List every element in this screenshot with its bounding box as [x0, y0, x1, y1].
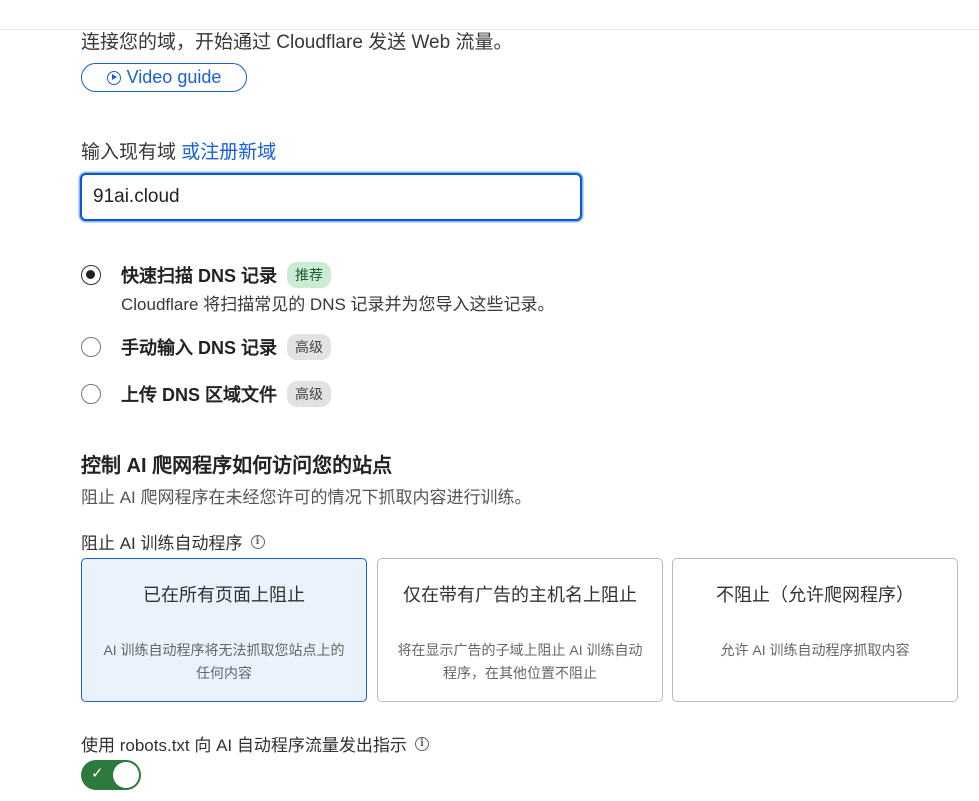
domain-label: 输入现有域 或注册新域: [81, 137, 276, 164]
advanced-badge: 高级: [287, 381, 332, 407]
advanced-badge: 高级: [287, 334, 332, 360]
recommended-badge: 推荐: [287, 262, 332, 288]
card-description: 允许 AI 训练自动程序抓取内容: [720, 642, 910, 658]
dns-option-quick-scan[interactable]: 快速扫描 DNS 记录 推荐: [81, 262, 332, 288]
robots-txt-label-text: 使用 robots.txt 向 AI 自动程序流量发出指示: [81, 736, 407, 755]
play-icon: [106, 70, 121, 85]
domain-input[interactable]: [80, 173, 582, 221]
video-guide-button[interactable]: Video guide: [81, 63, 247, 92]
card-title: 不阻止（允许爬网程序）: [716, 585, 914, 605]
dns-option-label: 手动输入 DNS 记录: [121, 338, 278, 358]
robots-txt-toggle[interactable]: ✓: [81, 760, 141, 790]
domain-label-text: 输入现有域: [81, 142, 177, 163]
dns-option-upload[interactable]: 上传 DNS 区域文件 高级: [81, 381, 332, 407]
block-ai-label: 阻止 AI 训练自动程序 i: [81, 529, 265, 554]
radio-button-checked[interactable]: [81, 265, 101, 285]
ai-section-description: 阻止 AI 爬网程序在未经您许可的情况下抓取内容进行训练。: [81, 488, 532, 507]
robots-txt-label: 使用 robots.txt 向 AI 自动程序流量发出指示 i: [81, 731, 429, 756]
radio-button[interactable]: [81, 384, 101, 404]
info-icon[interactable]: i: [250, 534, 265, 549]
dns-option-label: 快速扫描 DNS 记录: [121, 266, 278, 286]
card-description: AI 训练自动程序将无法抓取您站点上的任何内容: [103, 642, 345, 681]
video-guide-label: Video guide: [126, 67, 222, 87]
dns-option-label: 上传 DNS 区域文件: [121, 385, 278, 405]
block-ad-hosts-card[interactable]: 仅在带有广告的主机名上阻止 将在显示广告的子域上阻止 AI 训练自动程序，在其他…: [377, 558, 663, 702]
info-icon[interactable]: i: [414, 736, 429, 751]
card-description: 将在显示广告的子域上阻止 AI 训练自动程序，在其他位置不阻止: [397, 642, 643, 681]
ai-section-title: 控制 AI 爬网程序如何访问您的站点: [81, 455, 393, 477]
intro-text: 连接您的域，开始通过 Cloudflare 发送 Web 流量。: [81, 32, 513, 53]
check-icon: ✓: [91, 764, 104, 782]
card-title: 已在所有页面上阻止: [143, 585, 305, 605]
register-domain-link[interactable]: 或注册新域: [181, 142, 276, 163]
do-not-block-card[interactable]: 不阻止（允许爬网程序） 允许 AI 训练自动程序抓取内容: [672, 558, 958, 702]
block-all-pages-card[interactable]: 已在所有页面上阻止 AI 训练自动程序将无法抓取您站点上的任何内容: [81, 558, 367, 702]
toggle-knob: [113, 762, 139, 788]
card-title: 仅在带有广告的主机名上阻止: [403, 585, 637, 605]
dns-option-description: Cloudflare 将扫描常见的 DNS 记录并为您导入这些记录。: [121, 295, 555, 314]
radio-button[interactable]: [81, 337, 101, 357]
block-ai-label-text: 阻止 AI 训练自动程序: [81, 534, 243, 553]
dns-option-manual[interactable]: 手动输入 DNS 记录 高级: [81, 334, 332, 360]
